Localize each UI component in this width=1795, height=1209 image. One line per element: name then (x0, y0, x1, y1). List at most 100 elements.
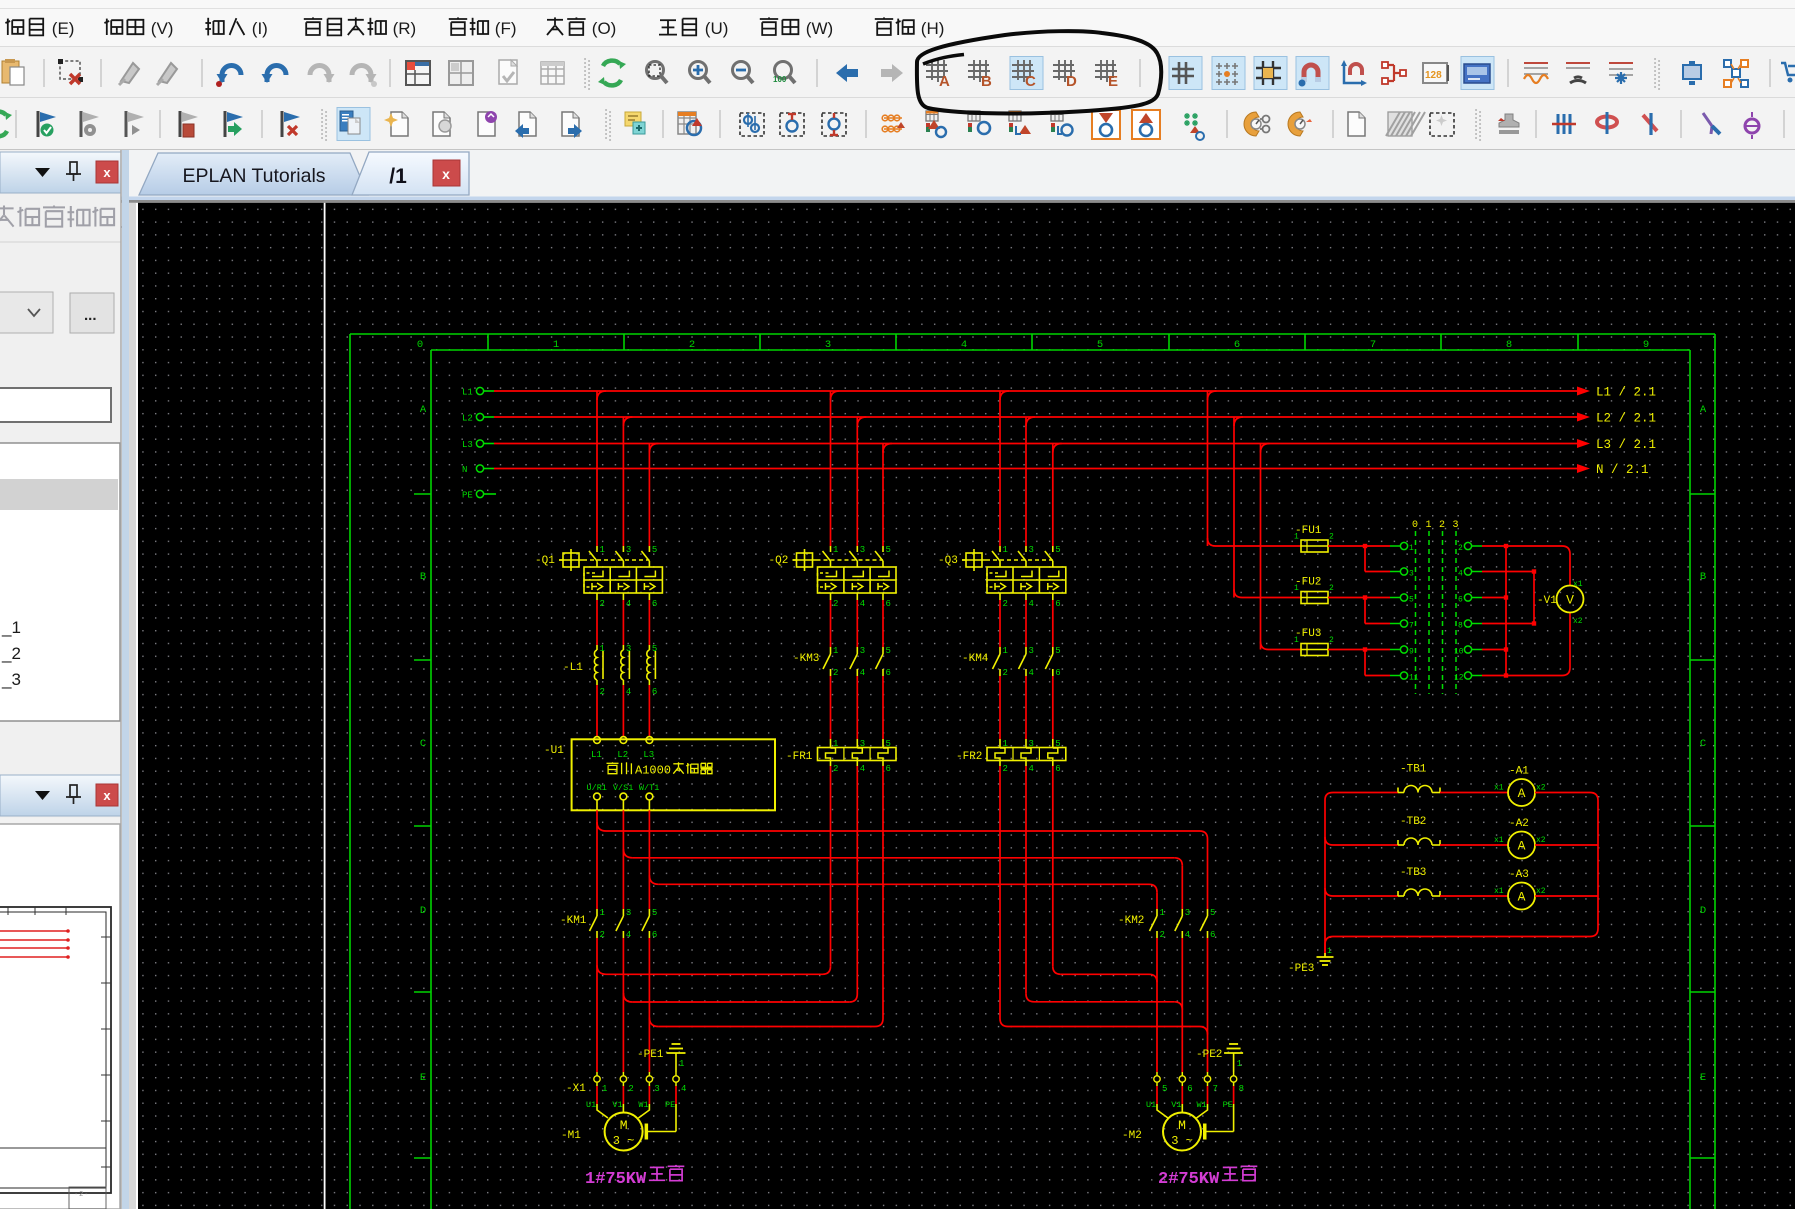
svg-text:-KM1: -KM1 (560, 915, 587, 927)
svg-text:8: 8 (1239, 1084, 1244, 1094)
svg-text:A: A (420, 404, 427, 416)
svg-text:4: 4 (961, 339, 967, 351)
svg-text:6: 6 (886, 764, 891, 774)
svg-text:2: 2 (833, 599, 838, 609)
svg-text:9: 9 (1409, 648, 1414, 657)
svg-text:1: 1 (1160, 908, 1165, 918)
svg-text:M: M (1178, 1118, 1186, 1133)
svg-text:2: 2 (1003, 668, 1008, 678)
svg-text:3: 3 (860, 545, 865, 555)
svg-text:M: M (620, 1118, 628, 1133)
svg-text:1: 1 (553, 339, 559, 351)
svg-text:L1: L1 (462, 388, 473, 398)
svg-text:N / 2.1: N / 2.1 (1596, 463, 1649, 477)
svg-text:2: 2 (1329, 584, 1334, 593)
svg-text:1: 1 (679, 1059, 684, 1069)
svg-text:2#75KW: 2#75KW (1158, 1170, 1220, 1189)
svg-text:3: 3 (825, 339, 831, 351)
svg-text:L2: L2 (617, 750, 628, 760)
svg-text:x2: x2 (1536, 836, 1546, 845)
svg-text:-TB3: -TB3 (1400, 867, 1426, 879)
svg-text:L1: L1 (591, 750, 602, 760)
svg-text:-KM4: -KM4 (962, 653, 989, 665)
svg-text:W1: W1 (638, 1100, 648, 1110)
svg-text:2: 2 (1458, 544, 1463, 553)
svg-text:1: 1 (602, 1084, 607, 1094)
svg-text:A: A (939, 73, 950, 90)
svg-text:C: C (1700, 738, 1706, 750)
svg-text:4: 4 (1029, 599, 1034, 609)
svg-text:7: 7 (1370, 339, 1376, 351)
svg-text:5: 5 (1055, 646, 1060, 656)
svg-text:0: 0 (417, 339, 423, 351)
svg-text:V1: V1 (1171, 1100, 1181, 1110)
svg-text:6: 6 (886, 668, 891, 678)
svg-text:4: 4 (1029, 764, 1034, 774)
svg-text:6: 6 (652, 687, 657, 697)
svg-text:-Q1: -Q1 (535, 555, 555, 567)
svg-text:1: 1 (1237, 1059, 1242, 1069)
svg-text:3: 3 (626, 908, 631, 918)
svg-text:7: 7 (1213, 1084, 1218, 1094)
svg-text:-TB1: -TB1 (1400, 764, 1427, 776)
svg-text:W/T1: W/T1 (639, 783, 659, 793)
svg-text:x2: x2 (1536, 784, 1546, 793)
svg-text:1: 1 (1003, 545, 1008, 555)
svg-text:-Q2: -Q2 (769, 555, 789, 567)
svg-text:6: 6 (652, 930, 657, 940)
svg-text:5: 5 (1409, 596, 1414, 605)
svg-text:PE: PE (1223, 1100, 1233, 1110)
svg-text:A: A (1518, 890, 1526, 905)
svg-text:E: E (1108, 73, 1118, 90)
svg-text:L3 / 2.1: L3 / 2.1 (1596, 438, 1656, 452)
svg-text:D: D (420, 905, 426, 917)
svg-text:2: 2 (600, 599, 605, 609)
svg-text:-M1: -M1 (561, 1130, 581, 1142)
svg-text:L3: L3 (643, 750, 654, 760)
svg-text:L1 / 2.1: L1 / 2.1 (1596, 386, 1656, 400)
svg-text:6: 6 (1187, 1084, 1192, 1094)
svg-text:C: C (420, 738, 426, 750)
svg-text:x: x (103, 165, 111, 180)
svg-text:9: 9 (1643, 339, 1649, 351)
svg-text:1: 1 (1294, 533, 1299, 542)
svg-text:PE: PE (665, 1100, 675, 1110)
svg-text:4: 4 (626, 599, 631, 609)
svg-text:-KM3: -KM3 (793, 653, 819, 665)
svg-text:V1: V1 (612, 1100, 622, 1110)
svg-text:A: A (1700, 404, 1707, 416)
svg-text:(O): (O) (592, 19, 617, 38)
svg-text:x2: x2 (1536, 887, 1546, 896)
svg-text:(F): (F) (495, 19, 517, 38)
svg-text:-U1: -U1 (544, 745, 564, 757)
svg-text:128: 128 (1425, 70, 1442, 81)
svg-text:1: 1 (833, 545, 838, 555)
svg-text:1: 1 (1294, 584, 1299, 593)
svg-text:1: 1 (1003, 646, 1008, 656)
svg-text:2: 2 (600, 930, 605, 940)
svg-text:W1: W1 (1197, 1100, 1207, 1110)
svg-text:3: 3 (860, 646, 865, 656)
svg-text:(E): (E) (52, 19, 75, 38)
svg-text:(R): (R) (393, 19, 417, 38)
svg-text:A: A (1518, 786, 1526, 801)
svg-text:B: B (1700, 571, 1706, 583)
svg-text:-PE1: -PE1 (637, 1049, 664, 1061)
svg-text:B: B (981, 73, 992, 90)
svg-text:4: 4 (1185, 930, 1190, 940)
svg-text:-Q3: -Q3 (938, 555, 958, 567)
svg-text:3: 3 (1453, 520, 1459, 531)
svg-text:-L1: -L1 (563, 662, 583, 674)
svg-text:-M2: -M2 (1122, 1130, 1142, 1142)
svg-text:-A3: -A3 (1509, 869, 1529, 881)
svg-text:2: 2 (833, 764, 838, 774)
svg-text:-FR1: -FR1 (786, 751, 813, 763)
svg-text:2: 2 (689, 339, 695, 351)
svg-text:5: 5 (1055, 545, 1060, 555)
svg-text:1#75KW: 1#75KW (585, 1170, 647, 1189)
svg-text:4: 4 (681, 1084, 686, 1094)
svg-text:x: x (442, 166, 450, 182)
svg-text:3: 3 (1185, 908, 1190, 918)
svg-text:2: 2 (1160, 930, 1165, 940)
svg-text:4: 4 (1458, 570, 1463, 579)
